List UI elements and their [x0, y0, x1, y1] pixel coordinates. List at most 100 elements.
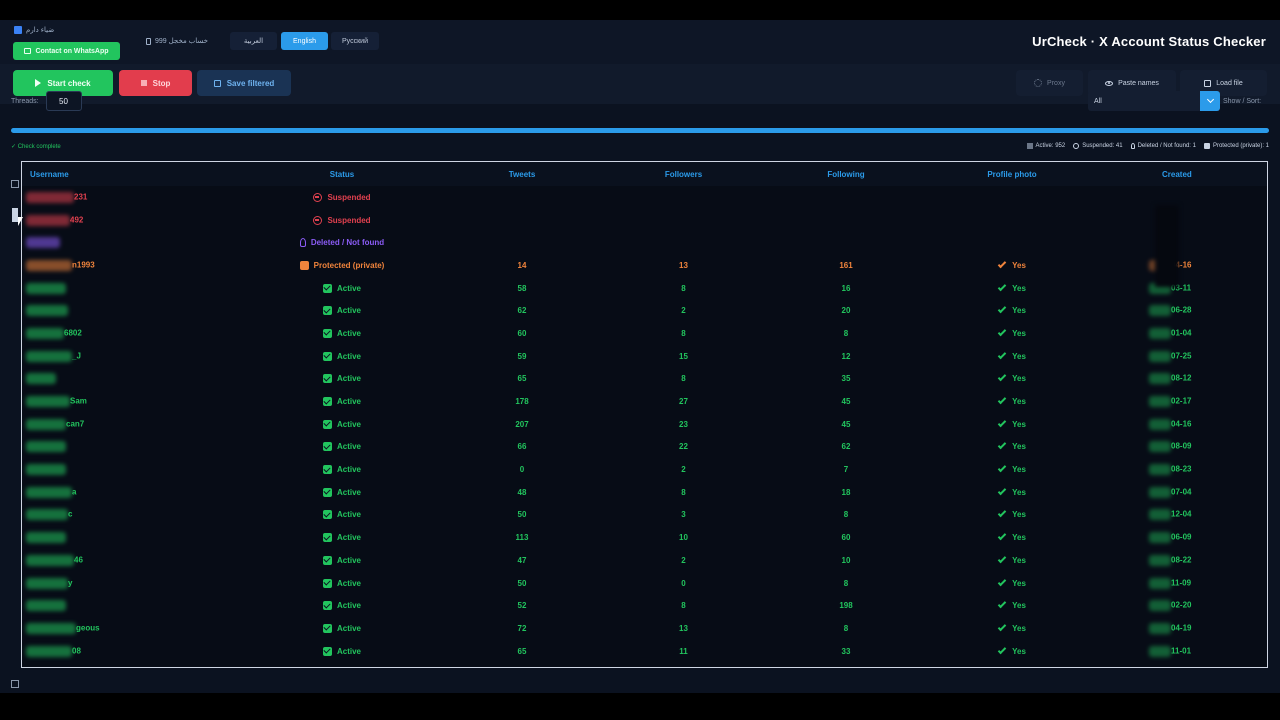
followers-cell: 13	[679, 260, 688, 270]
following-cell: 8	[843, 623, 849, 633]
blurred-year	[1149, 622, 1171, 634]
created-date: 06-09	[1171, 532, 1192, 542]
blurred-year	[1149, 509, 1171, 521]
check-icon	[997, 395, 1007, 405]
stop-button[interactable]: Stop	[119, 70, 192, 96]
col-following[interactable]: Following	[805, 170, 887, 179]
table-row[interactable]: Active 58 8 16 Yes 03-11	[22, 277, 1267, 300]
profile-photo-value: Yes	[1012, 533, 1026, 543]
table-row[interactable]: 492 Suspended	[22, 209, 1267, 232]
table-row[interactable]: geous Active 72 13 8 Yes 04-19	[22, 617, 1267, 640]
profile-photo-value: Yes	[1012, 419, 1026, 429]
profile-photo-cell: Yes	[887, 645, 1137, 656]
table-row[interactable]: a Active 48 8 18 Yes 07-04	[22, 481, 1267, 504]
username-cell: a	[22, 486, 202, 498]
active-icon	[1026, 143, 1033, 149]
save-filtered-button[interactable]: Save filtered	[197, 70, 291, 96]
table-row[interactable]: Active 62 2 20 Yes 06-28	[22, 299, 1267, 322]
active-status-icon	[322, 601, 332, 611]
table-row[interactable]: y Active 50 0 8 Yes 11-09	[22, 572, 1267, 595]
status-cell: Active	[202, 351, 482, 361]
chevron-down-icon	[1206, 95, 1214, 104]
blurred-username	[26, 600, 66, 612]
proxy-button[interactable]: Proxy	[1016, 70, 1083, 96]
check-icon	[997, 599, 1007, 609]
table-row[interactable]: 6802 Active 60 8 8 Yes 01-04	[22, 322, 1267, 345]
suspended-status-icon	[313, 215, 323, 225]
blurred-username	[26, 396, 70, 408]
following-cell: 161	[839, 260, 853, 270]
table-row[interactable]: Active 65 8 35 Yes 08-12	[22, 368, 1267, 391]
suspended-status-icon	[313, 192, 323, 202]
filter-select[interactable]: All	[1088, 91, 1200, 111]
blurred-username	[26, 214, 70, 226]
followers-cell: 10	[679, 533, 688, 543]
table-row[interactable]: Deleted / Not found	[22, 231, 1267, 254]
col-profile-photo[interactable]: Profile photo	[887, 170, 1137, 179]
table-row[interactable]: Active 52 8 198 Yes 02-20	[22, 594, 1267, 617]
status-label: Protected (private)	[313, 260, 385, 270]
username-suffix: c	[68, 510, 73, 520]
following-cell: 12	[841, 351, 851, 361]
profile-photo-cell: Yes	[887, 486, 1137, 497]
save-filtered-label: Save filtered	[226, 78, 275, 88]
lang-english-button[interactable]: English	[281, 32, 328, 50]
status-cell: Active	[202, 555, 482, 565]
table-row[interactable]: 46 Active 47 2 10 Yes 08-22	[22, 549, 1267, 572]
table-row[interactable]: Sam Active 178 27 45 Yes 02-17	[22, 390, 1267, 413]
followers-cell: 8	[681, 601, 686, 611]
col-username[interactable]: Username	[22, 170, 202, 179]
active-status-icon	[322, 306, 332, 316]
check-icon	[997, 418, 1007, 427]
status-label: Active	[336, 374, 361, 384]
created-cell: 07-25	[1137, 350, 1227, 362]
check-icon	[997, 645, 1007, 654]
scroll-down-icon[interactable]	[11, 680, 19, 688]
show-sort-label: Show / Sort:	[1223, 98, 1262, 105]
blurred-username	[26, 554, 74, 566]
lang-arabic-button[interactable]: العربية	[230, 32, 277, 50]
active-status-icon	[322, 487, 332, 497]
col-followers[interactable]: Followers	[562, 170, 805, 179]
scroll-up-icon[interactable]	[11, 180, 19, 188]
table-row[interactable]: Active 113 10 60 Yes 06-09	[22, 526, 1267, 549]
followers-cell: 11	[679, 646, 688, 656]
whatsapp-button[interactable]: Contact on WhatsApp	[13, 42, 120, 60]
table-row[interactable]: 08 Active 65 11 33 Yes 11-01	[22, 640, 1267, 663]
deleted-status-icon	[299, 238, 306, 248]
stat-active-label: Active: 952	[1035, 143, 1066, 149]
followers-cell: 8	[681, 328, 686, 338]
col-status[interactable]: Status	[202, 170, 482, 179]
blurred-year	[1149, 350, 1171, 362]
check-icon	[997, 509, 1007, 518]
username-cell: _J	[22, 350, 202, 362]
status-cell: Active	[202, 623, 482, 633]
vertical-scrollbar[interactable]	[11, 180, 19, 688]
active-status-icon	[322, 442, 332, 452]
table-row[interactable]: Active 0 2 7 Yes 08-23	[22, 458, 1267, 481]
check-icon	[997, 622, 1007, 632]
status-label: Suspended	[327, 215, 371, 225]
col-tweets[interactable]: Tweets	[482, 170, 562, 179]
status-label: Active	[336, 397, 361, 407]
profile-photo-cell: Yes	[887, 463, 1137, 474]
check-icon	[997, 463, 1007, 473]
table-row[interactable]: _J Active 59 15 12 Yes 07-25	[22, 345, 1267, 368]
following-cell: 20	[841, 306, 851, 316]
table-row[interactable]: n1993 Protected (private) 14 13 161 Yes 04-16	[22, 254, 1267, 277]
tweets-cell: 50	[517, 578, 527, 588]
followers-cell: 8	[681, 374, 686, 384]
table-row[interactable]: c Active 50 3 8 Yes 12-04	[22, 504, 1267, 527]
col-created[interactable]: Created	[1137, 170, 1227, 179]
filter-dropdown-button[interactable]	[1200, 91, 1220, 111]
following-cell: 198	[839, 601, 853, 611]
table-row[interactable]: Active 66 22 62 Yes 08-09	[22, 436, 1267, 459]
whatsapp-label: Contact on WhatsApp	[35, 47, 109, 55]
threads-input[interactable]	[46, 91, 82, 111]
check-icon	[997, 531, 1007, 541]
table-row[interactable]: 231 Suspended	[22, 186, 1267, 209]
deleted-icon	[1130, 143, 1135, 149]
table-row[interactable]: can7 Active 207 23 45 Yes 04-16	[22, 413, 1267, 436]
created-cell: 08-22	[1137, 554, 1227, 566]
lang-russian-button[interactable]: Русский	[331, 32, 379, 50]
